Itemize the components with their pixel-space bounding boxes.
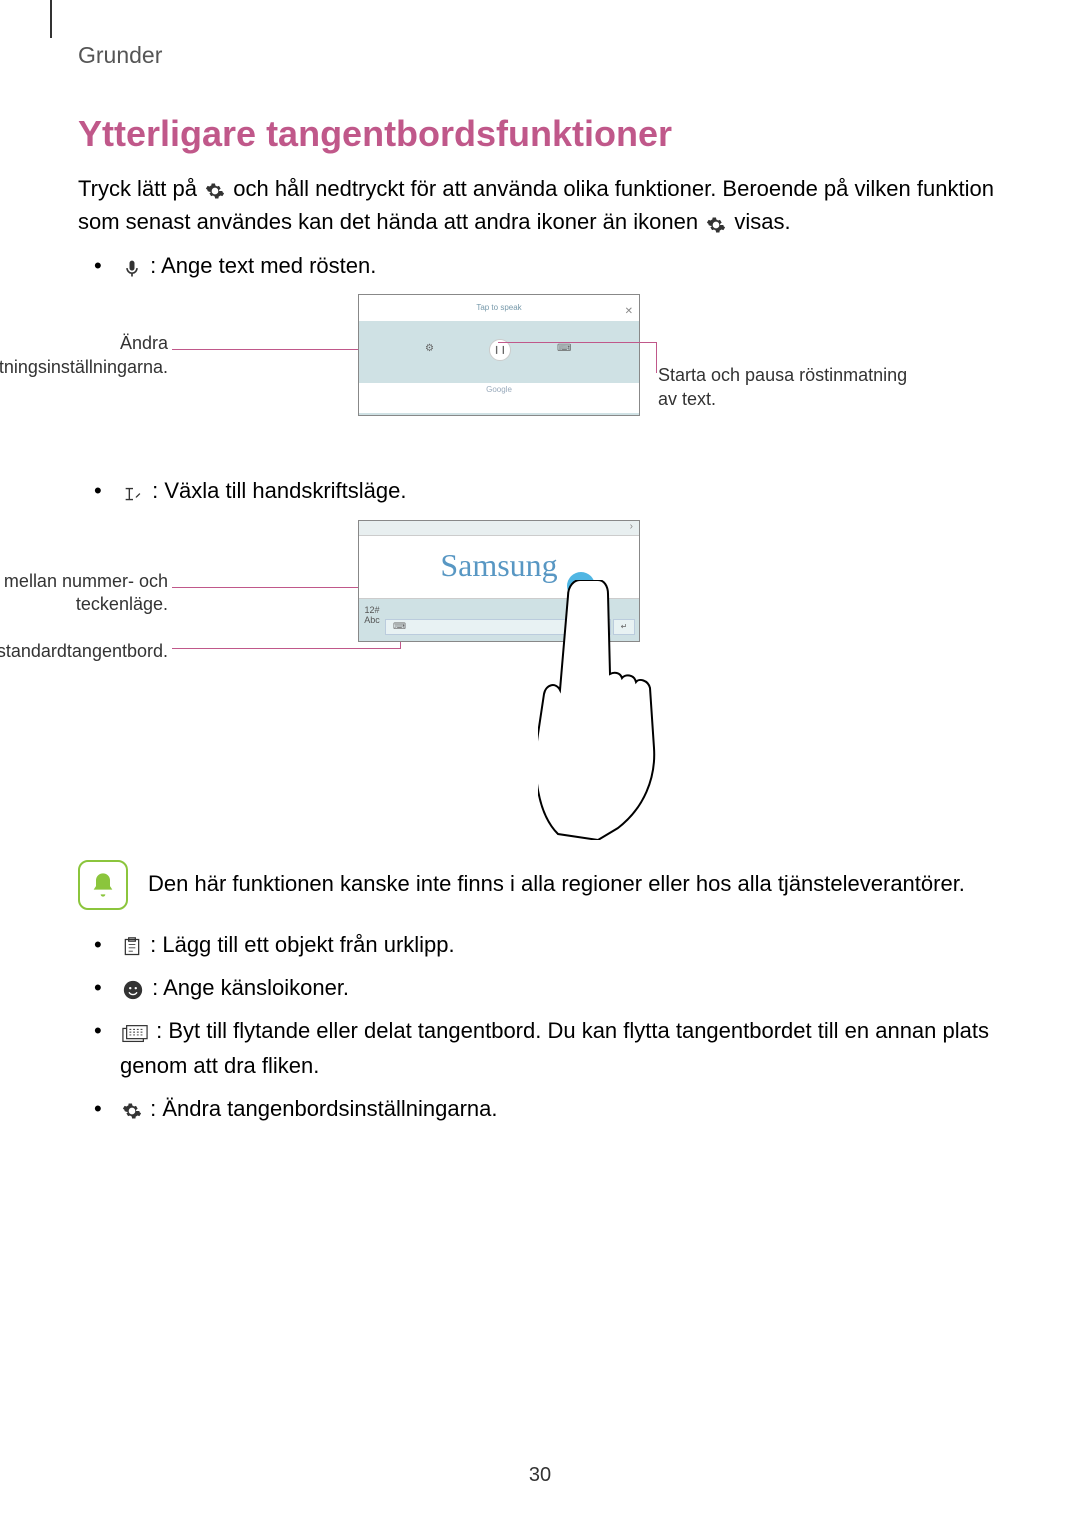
floating-keyboard-icon bbox=[122, 1015, 148, 1049]
note-bell-icon bbox=[78, 860, 128, 910]
handwriting-sample-text: Samsung bbox=[440, 547, 557, 583]
bullet-floating-keyboard: : Byt till flytande eller delat tangentb… bbox=[78, 1014, 1002, 1083]
callout-line bbox=[172, 587, 373, 616]
gear-icon bbox=[205, 174, 225, 206]
bullet-handwriting-text: : Växla till handskriftsläge. bbox=[152, 478, 406, 503]
callout-standard-keyboard: Byt till standardtangentbord. bbox=[0, 640, 168, 663]
bullet-voice-text: : Ange text med rösten. bbox=[150, 253, 376, 278]
bullet-clipboard: : Lägg till ett objekt från urklipp. bbox=[78, 928, 1002, 963]
bullet-clipboard-text: : Lägg till ett objekt från urklipp. bbox=[150, 932, 455, 957]
callout-line bbox=[498, 342, 657, 373]
page-header: Grunder bbox=[78, 42, 1002, 69]
mode-toggle-icon: 12#Abc bbox=[363, 605, 381, 635]
note-text: Den här funktionen kanske inte finns i a… bbox=[148, 860, 965, 900]
bullet-floating-text: : Byt till flytande eller delat tangentb… bbox=[120, 1018, 989, 1078]
callout-voice-settings: Ändra röstinmatningsinställningarna. bbox=[0, 332, 168, 379]
note-box: Den här funktionen kanske inte finns i a… bbox=[78, 860, 1002, 910]
handwriting-icon bbox=[122, 476, 144, 510]
chevron-right-icon: › bbox=[630, 521, 633, 532]
bullet-keyboard-settings: : Ändra tangenbordsinställningarna. bbox=[78, 1092, 1002, 1127]
intro-text-1: Tryck lätt på bbox=[78, 176, 203, 201]
bullet-emoji: : Ange känsloikoner. bbox=[78, 971, 1002, 1006]
gear-icon bbox=[706, 207, 726, 239]
figure-handwriting: Växla mellan nummer- och teckenläge. Byt… bbox=[98, 520, 1002, 850]
gear-icon: ⚙ bbox=[425, 343, 434, 354]
gear-icon bbox=[122, 1093, 142, 1127]
handwriting-panel-tab: › bbox=[359, 521, 639, 535]
bullet-handwriting: : Växla till handskriftsläge. bbox=[78, 474, 1002, 509]
microphone-icon bbox=[122, 250, 142, 284]
hand-illustration bbox=[538, 580, 688, 840]
voice-panel-header: Tap to speak ✕ bbox=[359, 295, 639, 321]
page-content: Grunder Ytterligare tangentbordsfunktion… bbox=[0, 0, 1080, 1127]
clipboard-icon bbox=[122, 929, 142, 963]
voice-panel-footer: Google bbox=[359, 383, 639, 413]
bullet-settings-text: : Ändra tangenbordsinställningarna. bbox=[150, 1096, 497, 1121]
callout-number-symbol-toggle: Växla mellan nummer- och teckenläge. bbox=[0, 570, 168, 617]
bullet-voice: : Ange text med rösten. bbox=[78, 249, 1002, 284]
figure-voice-input: Ändra röstinmatningsinställningarna. Tap… bbox=[98, 294, 1002, 464]
intro-paragraph: Tryck lätt på och håll nedtryckt för att… bbox=[78, 173, 1002, 239]
callout-voice-start-pause: Starta och pausa röstinmatning av text. bbox=[658, 364, 908, 411]
section-title: Ytterligare tangentbordsfunktioner bbox=[78, 113, 1002, 155]
bullet-emoji-text: : Ange känsloikoner. bbox=[152, 975, 349, 1000]
top-margin-line bbox=[50, 0, 52, 38]
keyboard-icon: ⌨ bbox=[393, 621, 406, 632]
smiley-icon bbox=[122, 972, 144, 1006]
page-number: 30 bbox=[0, 1464, 1080, 1487]
intro-text-3: visas. bbox=[734, 209, 790, 234]
tap-to-speak-label: Tap to speak bbox=[476, 303, 521, 312]
